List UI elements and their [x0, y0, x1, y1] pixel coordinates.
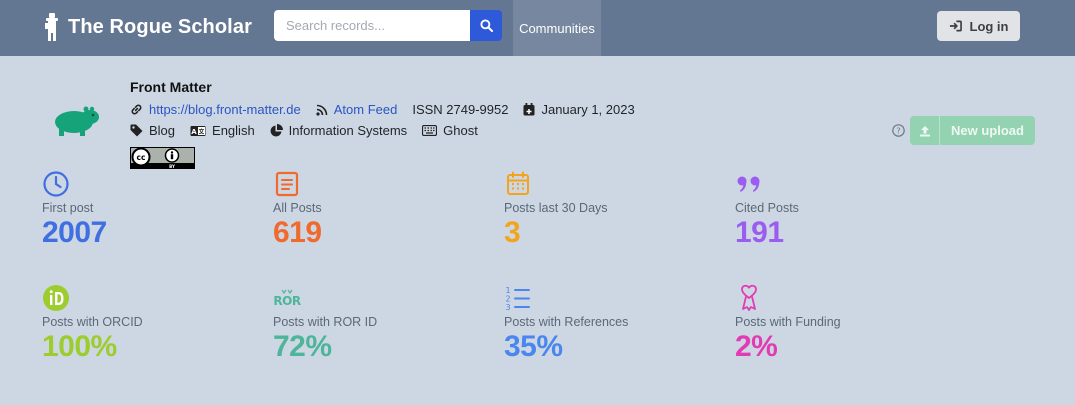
svg-text:A: A [191, 128, 197, 136]
stat-value: 100% [42, 330, 117, 363]
created-date: January 1, 2023 [523, 102, 635, 117]
homepage-url[interactable]: https://blog.front-matter.de [149, 102, 301, 117]
language-text: English [212, 123, 255, 138]
login-label: Log in [969, 18, 1009, 34]
upload-icon-wrap [910, 116, 940, 145]
upload-icon [919, 125, 930, 136]
stat-label: Posts with Funding [735, 315, 841, 329]
clock-icon [43, 171, 69, 197]
svg-text:ROR: ROR [273, 294, 300, 308]
document-icon [275, 171, 299, 197]
atom-feed-label[interactable]: Atom Feed [334, 102, 398, 117]
tag-icon [130, 124, 143, 137]
svg-text:?: ? [896, 126, 900, 135]
top-navbar: The Rogue Scholar Communities Log in [0, 0, 1075, 56]
svg-text:BY: BY [169, 164, 175, 169]
orcid-icon [43, 285, 69, 311]
stat-all-posts: All Posts 619 [273, 170, 493, 250]
stat-label: Posts last 30 Days [504, 201, 608, 215]
login-button[interactable]: Log in [937, 11, 1020, 41]
stat-posts-with-orcid: Posts with ORCID 100% [42, 284, 262, 364]
stat-label: First post [42, 201, 94, 215]
stat-value: 72% [273, 330, 332, 363]
stat-label: All Posts [273, 201, 322, 215]
search-icon [479, 19, 493, 32]
language: A English [190, 123, 255, 138]
homepage-link[interactable]: https://blog.front-matter.de [130, 102, 301, 117]
stat-value: 2007 [42, 216, 107, 249]
platform: Ghost [422, 123, 478, 138]
quote-icon [737, 176, 760, 192]
community-title: Front Matter [130, 79, 212, 95]
new-upload-label: New upload [951, 123, 1024, 138]
sign-in-icon [949, 20, 962, 32]
community-meta-row-1: https://blog.front-matter.de Atom Feed I… [130, 102, 650, 117]
award-icon [741, 284, 757, 311]
platform-text: Ghost [443, 123, 478, 138]
brand-link[interactable]: The Rogue Scholar [44, 10, 252, 44]
help-icon[interactable]: ? [892, 124, 905, 137]
community-logo [55, 106, 99, 136]
atom-feed-link[interactable]: Atom Feed [316, 102, 398, 117]
stat-cited-posts: Cited Posts 191 [735, 170, 955, 250]
issn: ISSN 2749-9952 [412, 102, 509, 117]
pie-chart-icon [270, 124, 283, 137]
stat-value: 35% [504, 330, 563, 363]
search-form [274, 10, 502, 41]
nav-communities[interactable]: Communities [513, 0, 601, 56]
stat-value: 191 [735, 216, 784, 249]
community-meta-row-2: Blog A English Information Systems Ghost [130, 123, 493, 138]
logo-icon [45, 13, 58, 41]
created-date-text: January 1, 2023 [541, 102, 635, 117]
search-input[interactable] [274, 10, 470, 41]
search-button[interactable] [470, 10, 502, 41]
category-text: Blog [149, 123, 176, 138]
stat-posts-with-funding: Posts with Funding 2% [735, 284, 955, 364]
link-icon [131, 104, 142, 115]
stat-label: Cited Posts [735, 201, 799, 215]
ror-icon: ROR [273, 289, 301, 308]
stat-posts-last-30-days: Posts last 30 Days 3 [504, 170, 724, 250]
stat-label: Posts with ORCID [42, 315, 143, 329]
stat-first-post: First post 2007 [42, 170, 262, 250]
subject: Information Systems [270, 123, 408, 138]
svg-text:3: 3 [505, 303, 510, 312]
stat-posts-with-references: 1 2 3 Posts with References 35% [504, 284, 724, 364]
stat-value: 3 [504, 216, 521, 249]
rss-icon [316, 104, 328, 116]
calendar-plus-icon [523, 103, 535, 116]
site-title: The Rogue Scholar [68, 15, 252, 38]
language-icon: A [190, 125, 206, 136]
category: Blog [130, 123, 175, 138]
keyboard-icon [422, 125, 438, 136]
stat-posts-with-ror-id: ROR Posts with ROR ID 72% [273, 284, 493, 364]
stat-value: 2% [735, 330, 778, 363]
calendar-icon [507, 171, 529, 195]
cc-by-license-badge[interactable]: cc BY [130, 147, 195, 169]
stat-label: Posts with References [504, 315, 629, 329]
new-upload-button[interactable]: New upload [910, 116, 1035, 145]
svg-text:cc: cc [137, 153, 146, 162]
stat-label: Posts with ROR ID [273, 315, 378, 329]
subject-text: Information Systems [288, 123, 408, 138]
list-ordered-icon: 1 2 3 [505, 286, 530, 312]
stat-value: 619 [273, 216, 322, 249]
